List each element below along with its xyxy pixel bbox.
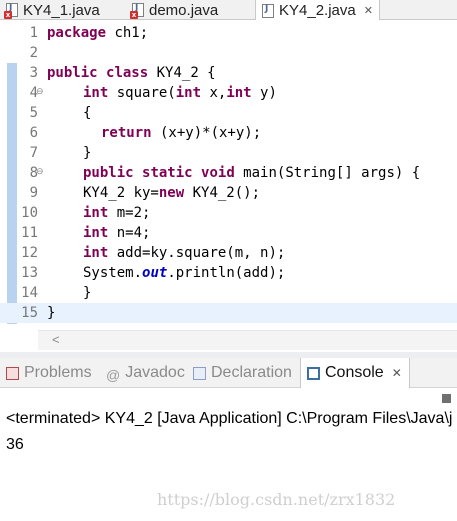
horizontal-scrollbar[interactable]: <	[38, 330, 457, 350]
code-line: package ch1;	[47, 25, 149, 41]
code-line: int add=ky.square(m, n);	[83, 245, 286, 261]
declaration-icon	[193, 366, 206, 380]
current-line-highlight	[0, 303, 457, 323]
close-icon[interactable]: ✕	[364, 4, 373, 17]
line-number: 13	[21, 265, 38, 281]
scroll-left-icon[interactable]: <	[52, 332, 60, 347]
tab-label: Console	[325, 364, 384, 381]
line-number: 8	[29, 165, 38, 181]
tab-label: Javadoc	[125, 364, 185, 381]
line-number: 10	[21, 205, 38, 221]
tab-label: Problems	[24, 364, 92, 381]
java-file-error-icon: Jx	[130, 3, 144, 19]
code-line: KY4_2 ky=new KY4_2();	[83, 185, 261, 201]
problems-icon	[6, 366, 19, 380]
close-icon[interactable]: ✕	[392, 366, 402, 380]
console-status: <terminated> KY4_2 [Java Application] C:…	[6, 410, 453, 427]
java-file-error-icon: Jx	[4, 3, 18, 19]
tab-javadoc[interactable]: @ Javadoc	[106, 358, 185, 388]
fold-toggle-icon[interactable]: ⊖	[36, 86, 44, 97]
code-editor[interactable]: 1 2 3 4 5 6 7 8 9 10 11 12 13 14 15 ⊖ ⊖ …	[0, 20, 457, 328]
fold-toggle-icon[interactable]: ⊖	[36, 166, 44, 177]
watermark: https://blog.csdn.net/zrx1832	[157, 490, 396, 509]
line-number: 6	[29, 125, 38, 141]
code-line: public class KY4_2 {	[47, 65, 216, 81]
code-line: return (x+y)*(x+y);	[101, 125, 262, 141]
tab-demo-java[interactable]: Jx demo.java	[126, 0, 246, 20]
line-number: 9	[29, 185, 38, 201]
code-line: }	[47, 305, 56, 321]
code-line: int n=4;	[83, 225, 151, 241]
tab-console[interactable]: Console ✕	[300, 358, 410, 388]
code-line: {	[83, 105, 92, 121]
code-line: int m=2;	[83, 205, 151, 221]
java-file-icon: J	[262, 3, 274, 18]
line-number: 11	[21, 225, 38, 241]
console-output: 36	[6, 436, 24, 453]
at-icon: @	[106, 366, 121, 383]
line-number: 3	[29, 65, 38, 81]
views-tab-bar: Problems @ Javadoc Declaration Console ✕	[0, 358, 457, 388]
line-number: 1	[29, 25, 38, 41]
terminate-icon[interactable]	[442, 394, 451, 403]
line-number: 5	[29, 105, 38, 121]
line-number: 15	[21, 305, 38, 321]
tab-ky4-2-java[interactable]: J KY4_2.java ✕	[255, 0, 380, 21]
tab-label: Declaration	[211, 364, 292, 381]
tab-declaration[interactable]: Declaration	[193, 358, 292, 388]
tab-label: demo.java	[149, 1, 219, 19]
line-number: 14	[21, 285, 38, 301]
code-line: int square(int x,int y)	[83, 85, 277, 101]
line-number: 2	[29, 45, 38, 61]
line-number: 7	[29, 145, 38, 161]
code-line: }	[83, 285, 92, 301]
console-icon	[307, 366, 320, 380]
tab-problems[interactable]: Problems	[6, 358, 92, 388]
tab-label: KY4_2.java	[279, 2, 356, 19]
tab-ky4-1-java[interactable]: Jx KY4_1.java	[0, 0, 118, 20]
line-number: 12	[21, 245, 38, 261]
code-line: public static void main(String[] args) {	[83, 165, 421, 181]
line-number: 4	[29, 85, 38, 101]
code-line: }	[83, 145, 92, 161]
editor-tab-bar: Jx KY4_1.java Jx demo.java J KY4_2.java …	[0, 0, 457, 21]
tab-label: KY4_1.java	[23, 1, 100, 19]
code-line: System.out.println(add);	[83, 265, 286, 281]
